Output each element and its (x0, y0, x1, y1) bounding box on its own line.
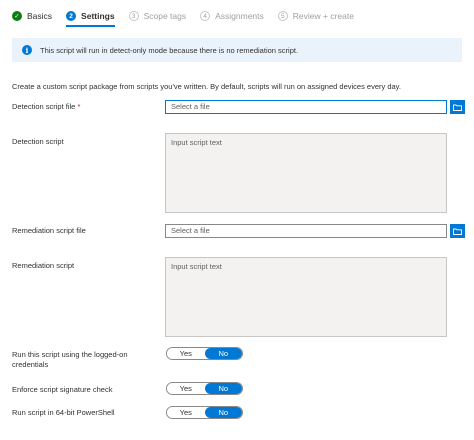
page-description: Create a custom script package from scri… (12, 82, 401, 91)
wizard-steps: ✓ Basics 2 Settings 3 Scope tags 4 Assig… (12, 8, 368, 27)
label-text: Detection script file (12, 102, 76, 111)
step-assignments[interactable]: 4 Assignments (200, 11, 264, 21)
toggle-no-option[interactable]: No (204, 407, 242, 418)
detection-script-label: Detection script (12, 137, 64, 146)
step-review-create[interactable]: 5 Review + create (277, 11, 354, 21)
info-banner: i This script will run in detect-only mo… (12, 38, 462, 62)
step-label: Settings (81, 11, 115, 21)
powershell64-toggle[interactable]: Yes No (166, 406, 243, 419)
signature-check-toggle[interactable]: Yes No (166, 382, 243, 395)
checkmark-icon: ✓ (12, 11, 22, 21)
step-label: Scope tags (143, 11, 187, 21)
step-number: 3 (128, 11, 139, 21)
step-basics[interactable]: ✓ Basics (12, 11, 52, 21)
detection-browse-button[interactable] (450, 100, 465, 114)
step-label: Review + create (292, 11, 354, 21)
logged-on-label: Run this script using the logged-on cred… (12, 350, 128, 369)
remediation-script-textarea[interactable]: Input script text (165, 257, 447, 337)
info-icon: i (22, 45, 32, 55)
folder-icon (453, 228, 462, 235)
toggle-yes-option[interactable]: Yes (167, 348, 205, 359)
step-scope-tags[interactable]: 3 Scope tags (128, 11, 187, 21)
remediation-script-label: Remediation script (12, 261, 75, 270)
toggle-no-option[interactable]: No (204, 383, 242, 394)
toggle-yes-option[interactable]: Yes (167, 407, 205, 418)
signature-check-label: Enforce script signature check (12, 385, 113, 394)
detection-file-label: Detection script file * (12, 102, 80, 112)
folder-icon (453, 104, 462, 111)
remediation-browse-button[interactable] (450, 224, 465, 238)
step-number: 2 (66, 11, 77, 21)
step-label: Assignments (215, 11, 264, 21)
step-label: Basics (27, 11, 53, 21)
step-settings[interactable]: 2 Settings (66, 11, 115, 27)
detection-script-textarea[interactable]: Input script text (165, 133, 447, 213)
logged-on-toggle[interactable]: Yes No (166, 347, 243, 360)
toggle-no-option[interactable]: No (204, 348, 242, 359)
remediation-file-input[interactable]: Select a file (165, 224, 447, 238)
required-marker: * (77, 102, 81, 111)
powershell64-label: Run script in 64-bit PowerShell (12, 408, 115, 417)
step-number: 4 (200, 11, 211, 21)
toggle-yes-option[interactable]: Yes (167, 383, 205, 394)
detection-file-input[interactable]: Select a file (165, 100, 447, 114)
step-number: 5 (277, 11, 288, 21)
banner-text: This script will run in detect-only mode… (40, 45, 299, 55)
remediation-file-label: Remediation script file (12, 226, 86, 235)
